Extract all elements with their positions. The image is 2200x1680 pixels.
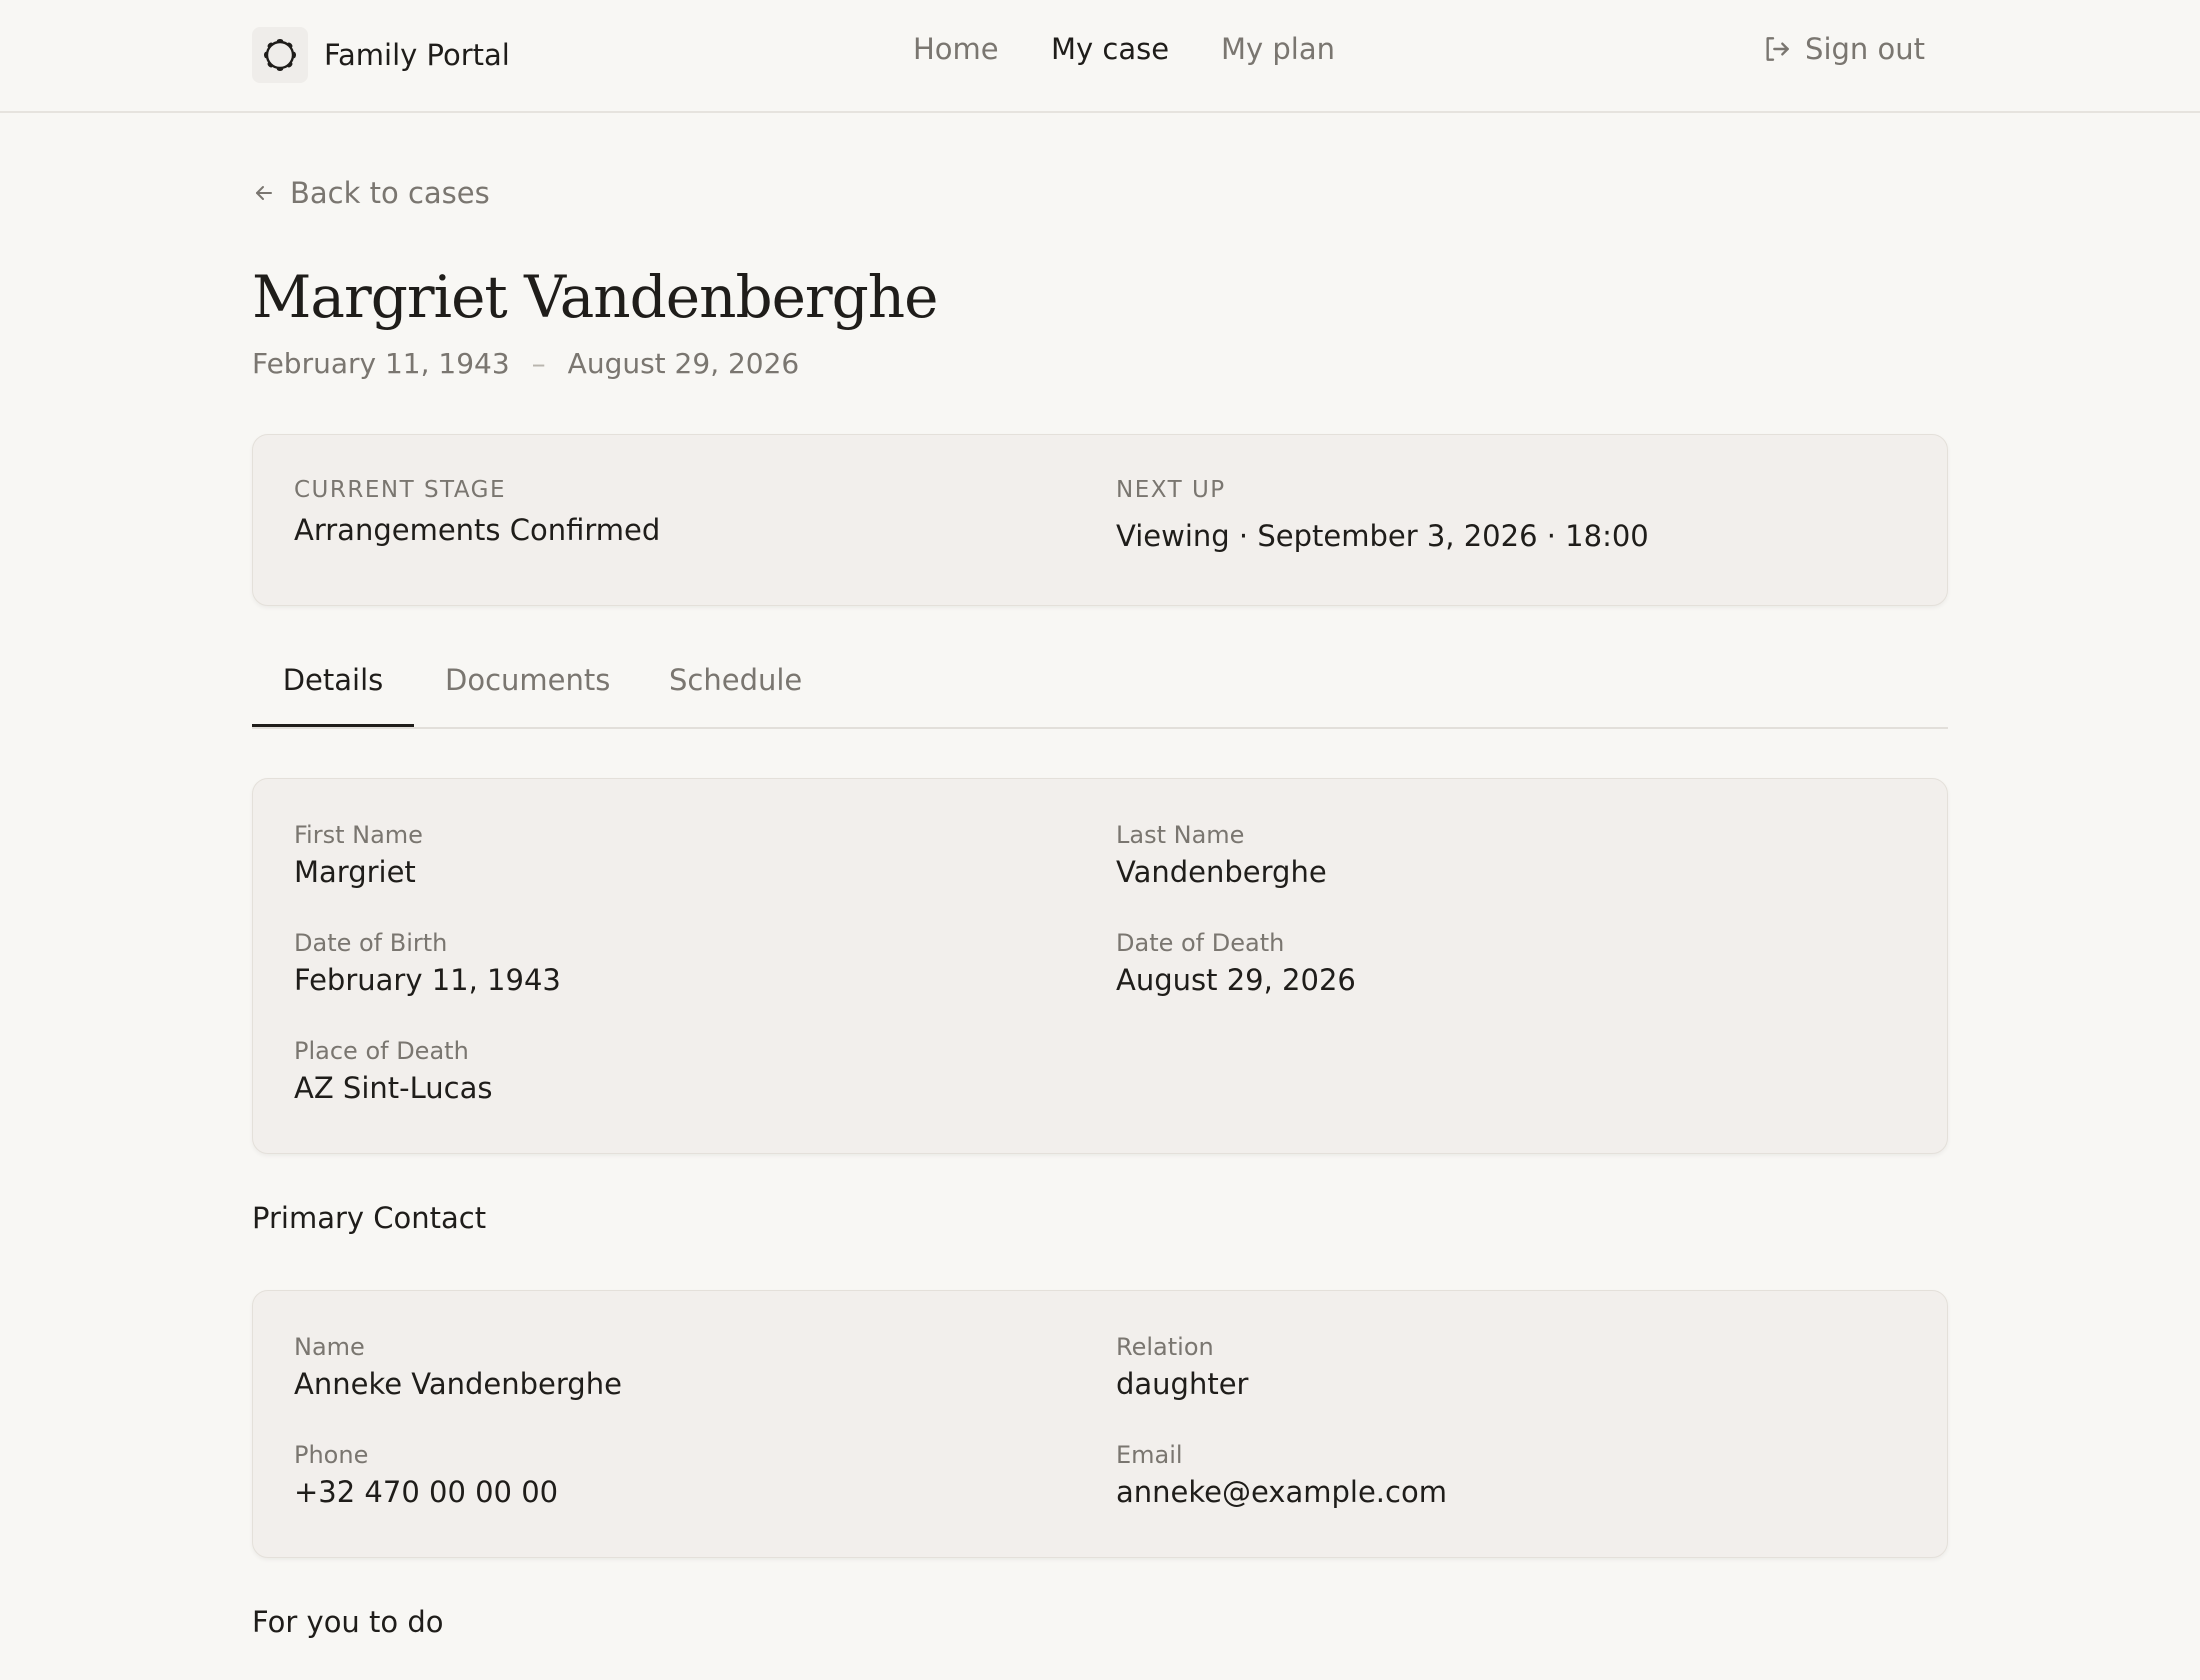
place-of-death-value: AZ Sint-Lucas bbox=[294, 1071, 493, 1105]
contact-name-label: Name bbox=[294, 1333, 365, 1361]
tab-documents[interactable]: Documents bbox=[445, 663, 610, 725]
date-of-death-label: Date of Death bbox=[1116, 929, 1285, 957]
tab-schedule[interactable]: Schedule bbox=[669, 663, 802, 725]
sign-out-icon bbox=[1766, 37, 1789, 61]
arrow-left-icon bbox=[256, 186, 272, 200]
contact-phone-label: Phone bbox=[294, 1441, 369, 1469]
death-date: August 29, 2026 bbox=[567, 347, 800, 380]
birth-date: February 11, 1943 bbox=[252, 347, 510, 380]
date-of-death-value: August 29, 2026 bbox=[1116, 963, 1356, 997]
nav-my-plan-link[interactable]: My plan bbox=[1221, 32, 1335, 66]
sign-out-button[interactable]: Sign out bbox=[1761, 32, 1925, 66]
contact-email-value[interactable]: anneke@example.com bbox=[1116, 1475, 1447, 1509]
date-separator: – bbox=[531, 347, 546, 380]
next-up-label: NEXT UP bbox=[1116, 477, 1226, 503]
top-navigation-bar: Family Portal Home My case My plan Sign … bbox=[0, 0, 2200, 113]
date-of-birth-value: February 11, 1943 bbox=[294, 963, 561, 997]
current-stage-value: Arrangements Confirmed bbox=[294, 513, 661, 547]
status-card: CURRENT STAGE Arrangements Confirmed NEX… bbox=[252, 434, 1948, 606]
back-to-cases-link[interactable]: Back to cases bbox=[252, 176, 490, 210]
date-of-birth-label: Date of Birth bbox=[294, 929, 448, 957]
primary-contact-card: Name Anneke Vandenberghe Relation daught… bbox=[252, 1290, 1948, 1558]
last-name-label: Last Name bbox=[1116, 821, 1245, 849]
contact-email-label: Email bbox=[1116, 1441, 1183, 1469]
place-of-death-label: Place of Death bbox=[294, 1037, 469, 1065]
deceased-details-card: First Name Margriet Last Name Vandenberg… bbox=[252, 778, 1948, 1154]
todo-heading: For you to do bbox=[252, 1605, 444, 1639]
back-link-label: Back to cases bbox=[290, 176, 490, 210]
life-dates: February 11, 1943– August 29, 2026 bbox=[252, 347, 799, 380]
sign-out-label: Sign out bbox=[1805, 32, 1925, 66]
contact-relation-value: daughter bbox=[1116, 1367, 1249, 1401]
primary-contact-heading: Primary Contact bbox=[252, 1201, 487, 1235]
last-name-value: Vandenberghe bbox=[1116, 855, 1327, 889]
deceased-name-title: Margriet Vandenberghe bbox=[252, 263, 938, 331]
first-name-value: Margriet bbox=[294, 855, 416, 889]
contact-phone-value[interactable]: +32 470 00 00 00 bbox=[294, 1475, 558, 1509]
nav-home-link[interactable]: Home bbox=[913, 32, 999, 66]
tab-details[interactable]: Details bbox=[252, 663, 414, 727]
next-up-value: Viewing · September 3, 2026 · 18:00 bbox=[1116, 519, 1649, 553]
case-tabs: Details Documents Schedule bbox=[252, 663, 1948, 729]
contact-relation-label: Relation bbox=[1116, 1333, 1214, 1361]
current-stage-label: CURRENT STAGE bbox=[294, 477, 507, 503]
nav-my-case-link[interactable]: My case bbox=[1051, 32, 1169, 66]
first-name-label: First Name bbox=[294, 821, 423, 849]
contact-name-value: Anneke Vandenberghe bbox=[294, 1367, 622, 1401]
